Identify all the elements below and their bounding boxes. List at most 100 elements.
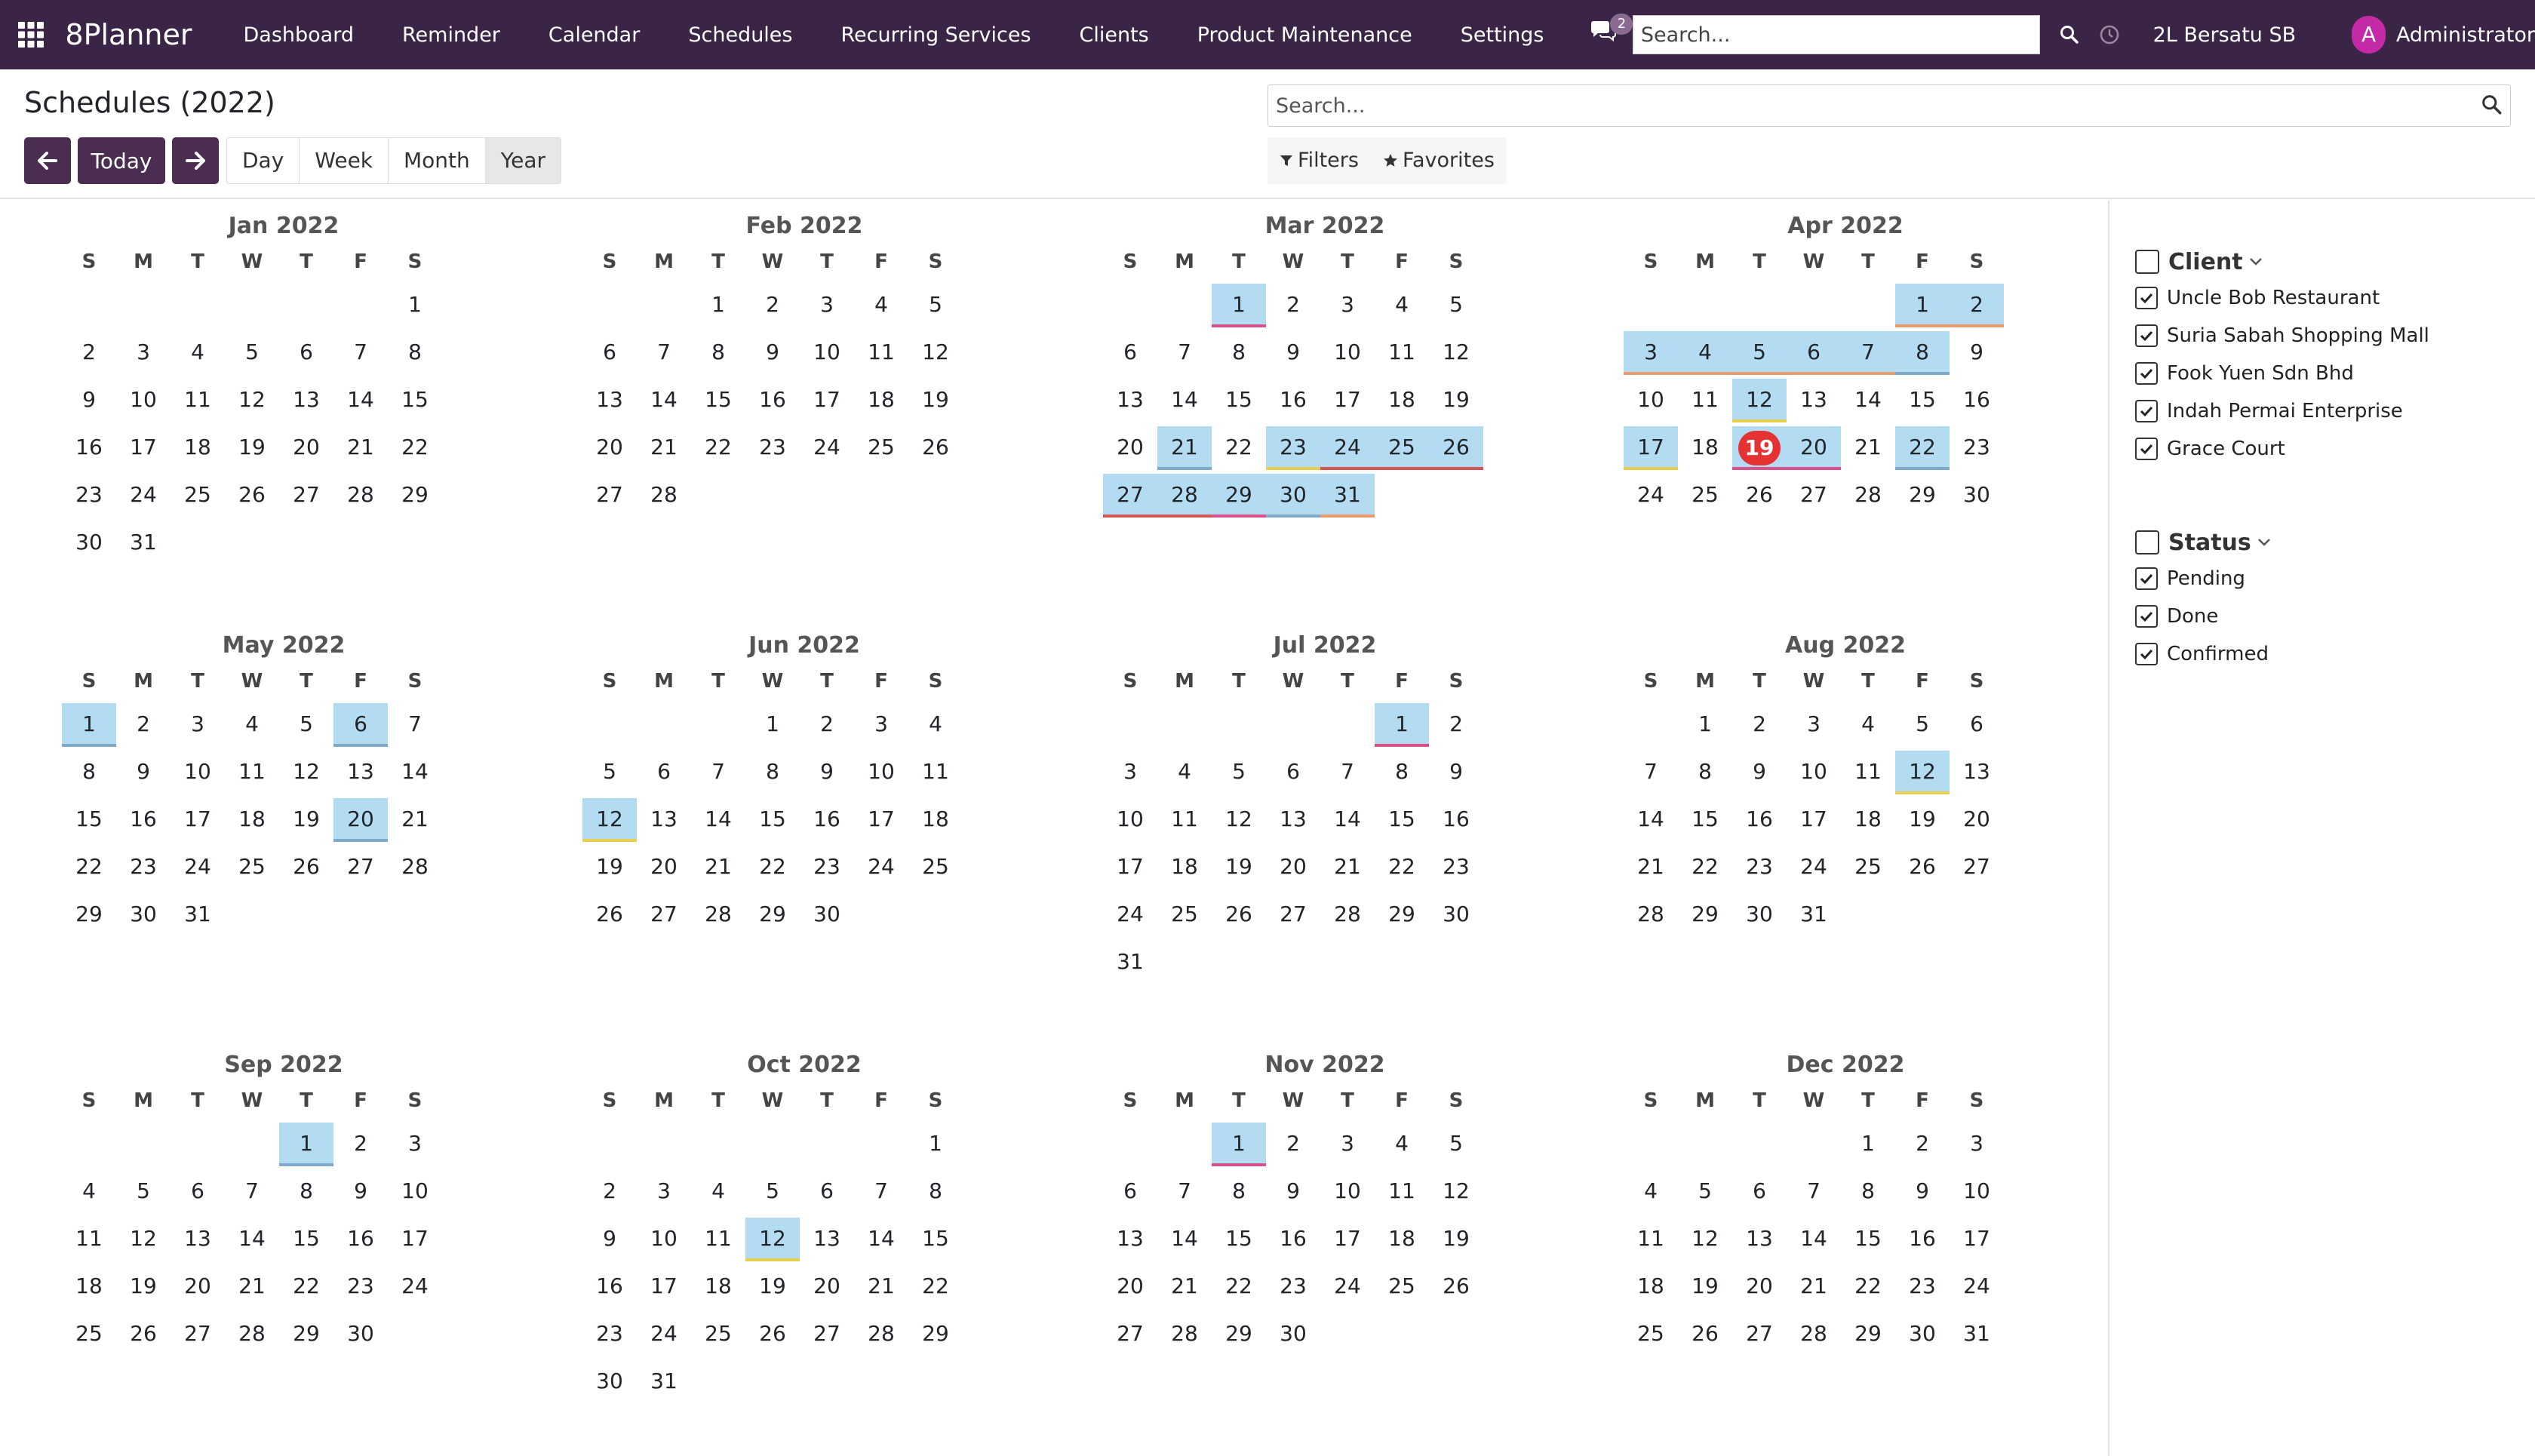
day-cell[interactable]: 21	[854, 1265, 908, 1307]
today-button[interactable]: Today	[78, 137, 165, 184]
day-cell[interactable]: 23	[116, 846, 171, 888]
day-cell[interactable]: 5	[1678, 1170, 1732, 1212]
client-filter-item[interactable]: Grace Court	[2135, 430, 2527, 468]
day-cell[interactable]: 11	[1157, 798, 1212, 840]
day-cell[interactable]: 17	[1950, 1218, 2004, 1260]
checkbox-checked[interactable]	[2135, 438, 2158, 460]
day-cell[interactable]: 29	[62, 893, 116, 935]
day-cell[interactable]: 3	[637, 1170, 691, 1212]
day-cell[interactable]: 20	[333, 798, 388, 842]
messages-button[interactable]: 2	[1590, 14, 1633, 50]
day-cell[interactable]: 1	[62, 703, 116, 747]
day-cell[interactable]: 9	[582, 1218, 637, 1260]
day-cell[interactable]: 2	[800, 703, 854, 745]
day-cell[interactable]: 23	[1732, 846, 1787, 888]
day-cell[interactable]: 1	[388, 284, 442, 326]
day-cell[interactable]: 10	[1624, 379, 1678, 421]
day-cell[interactable]: 2	[1950, 284, 2004, 327]
day-cell[interactable]: 12	[1678, 1218, 1732, 1260]
day-cell[interactable]: 4	[1841, 703, 1895, 745]
day-cell[interactable]: 4	[171, 331, 225, 373]
day-cell[interactable]: 16	[745, 379, 800, 421]
status-filter-item[interactable]: Confirmed	[2135, 635, 2527, 673]
day-cell[interactable]: 5	[279, 703, 333, 745]
day-cell[interactable]: 28	[1157, 474, 1212, 518]
day-cell[interactable]: 7	[1841, 331, 1895, 375]
day-cell[interactable]: 19	[116, 1265, 171, 1307]
day-cell[interactable]: 14	[333, 379, 388, 421]
day-cell[interactable]: 28	[225, 1313, 279, 1355]
day-cell[interactable]: 23	[745, 426, 800, 468]
day-cell[interactable]: 8	[745, 751, 800, 793]
day-cell[interactable]: 8	[1212, 331, 1266, 373]
day-cell[interactable]: 22	[1678, 846, 1732, 888]
day-cell[interactable]: 28	[1624, 893, 1678, 935]
day-cell[interactable]: 3	[116, 331, 171, 373]
client-filter-item[interactable]: Suria Sabah Shopping Mall	[2135, 317, 2527, 355]
day-cell[interactable]: 23	[1429, 846, 1483, 888]
day-cell[interactable]: 12	[1429, 331, 1483, 373]
day-cell[interactable]: 26	[1429, 1265, 1483, 1307]
day-cell[interactable]: 5	[1429, 284, 1483, 326]
day-cell[interactable]: 21	[1624, 846, 1678, 888]
day-cell[interactable]: 1	[279, 1123, 333, 1166]
day-cell[interactable]: 6	[171, 1170, 225, 1212]
day-cell[interactable]: 16	[800, 798, 854, 840]
day-cell[interactable]: 2	[1732, 703, 1787, 745]
day-cell[interactable]: 8	[388, 331, 442, 373]
day-cell[interactable]: 13	[279, 379, 333, 421]
day-cell[interactable]: 2	[333, 1123, 388, 1165]
day-cell[interactable]: 5	[1212, 751, 1266, 793]
day-cell[interactable]: 12	[908, 331, 963, 373]
day-cell[interactable]: 21	[388, 798, 442, 840]
day-cell[interactable]: 2	[62, 331, 116, 373]
day-cell[interactable]: 15	[1212, 379, 1266, 421]
day-cell[interactable]: 27	[1787, 474, 1841, 516]
day-cell[interactable]: 27	[582, 474, 637, 516]
day-cell[interactable]: 29	[1678, 893, 1732, 935]
day-cell[interactable]: 21	[1787, 1265, 1841, 1307]
day-cell[interactable]: 25	[171, 474, 225, 516]
day-cell[interactable]: 12	[745, 1218, 800, 1261]
day-cell[interactable]: 22	[908, 1265, 963, 1307]
day-cell[interactable]: 11	[1678, 379, 1732, 421]
day-cell[interactable]: 4	[1678, 331, 1732, 375]
day-cell[interactable]: 9	[800, 751, 854, 793]
day-cell[interactable]: 25	[1624, 1313, 1678, 1355]
search-icon[interactable]	[2060, 25, 2079, 45]
day-cell[interactable]: 29	[1375, 893, 1429, 935]
day-cell[interactable]: 7	[1157, 331, 1212, 373]
day-cell[interactable]: 3	[800, 284, 854, 326]
day-cell[interactable]: 24	[1950, 1265, 2004, 1307]
day-cell[interactable]: 13	[800, 1218, 854, 1260]
day-cell[interactable]: 18	[225, 798, 279, 840]
day-cell[interactable]: 6	[279, 331, 333, 373]
day-cell[interactable]: 31	[171, 893, 225, 935]
day-cell[interactable]: 1	[1212, 1123, 1266, 1166]
day-cell[interactable]: 18	[854, 379, 908, 421]
day-cell[interactable]: 22	[62, 846, 116, 888]
day-cell[interactable]: 27	[1266, 893, 1320, 935]
day-cell[interactable]: 9	[1732, 751, 1787, 793]
day-cell[interactable]: 29	[1895, 474, 1950, 516]
avatar[interactable]: A	[2352, 16, 2386, 54]
day-cell[interactable]: 30	[1895, 1313, 1950, 1355]
day-cell[interactable]: 8	[62, 751, 116, 793]
day-cell[interactable]: 15	[1212, 1218, 1266, 1260]
day-cell[interactable]: 13	[1787, 379, 1841, 421]
day-cell[interactable]: 29	[279, 1313, 333, 1355]
day-cell[interactable]: 16	[1895, 1218, 1950, 1260]
day-cell[interactable]: 19	[582, 846, 637, 888]
day-cell[interactable]: 9	[1950, 331, 2004, 373]
day-cell[interactable]: 30	[1266, 1313, 1320, 1355]
menu-reminder[interactable]: Reminder	[378, 23, 524, 47]
checkbox-checked[interactable]	[2135, 567, 2158, 590]
day-cell[interactable]: 15	[279, 1218, 333, 1260]
day-cell[interactable]: 27	[1732, 1313, 1787, 1355]
day-cell[interactable]: 20	[279, 426, 333, 468]
day-cell[interactable]: 30	[116, 893, 171, 935]
day-cell[interactable]: 20	[1103, 426, 1157, 468]
scale-month-button[interactable]: Month	[389, 138, 486, 183]
day-cell[interactable]: 18	[171, 426, 225, 468]
day-cell[interactable]: 24	[116, 474, 171, 516]
